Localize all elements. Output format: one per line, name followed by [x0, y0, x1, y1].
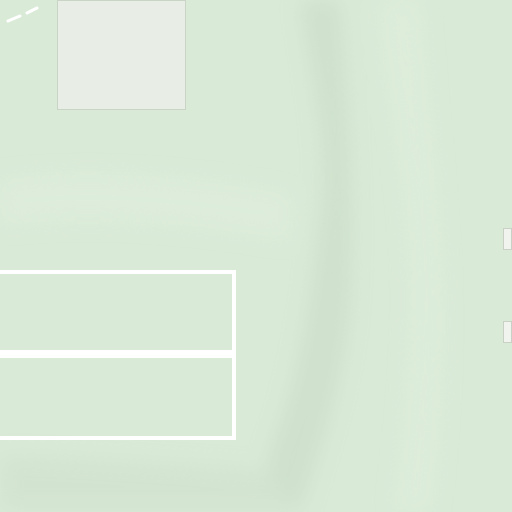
- map-canvas[interactable]: [0, 0, 512, 512]
- terrain-shade: [260, 0, 352, 512]
- terrain-shade: [0, 455, 300, 512]
- sports-court[interactable]: [0, 270, 236, 354]
- edge-marker[interactable]: [503, 228, 512, 250]
- footpath: [6, 6, 39, 23]
- building[interactable]: [57, 0, 186, 110]
- sports-court[interactable]: [0, 354, 236, 440]
- terrain-shade: [0, 175, 290, 240]
- edge-marker[interactable]: [503, 321, 512, 343]
- terrain-shade: [380, 0, 442, 512]
